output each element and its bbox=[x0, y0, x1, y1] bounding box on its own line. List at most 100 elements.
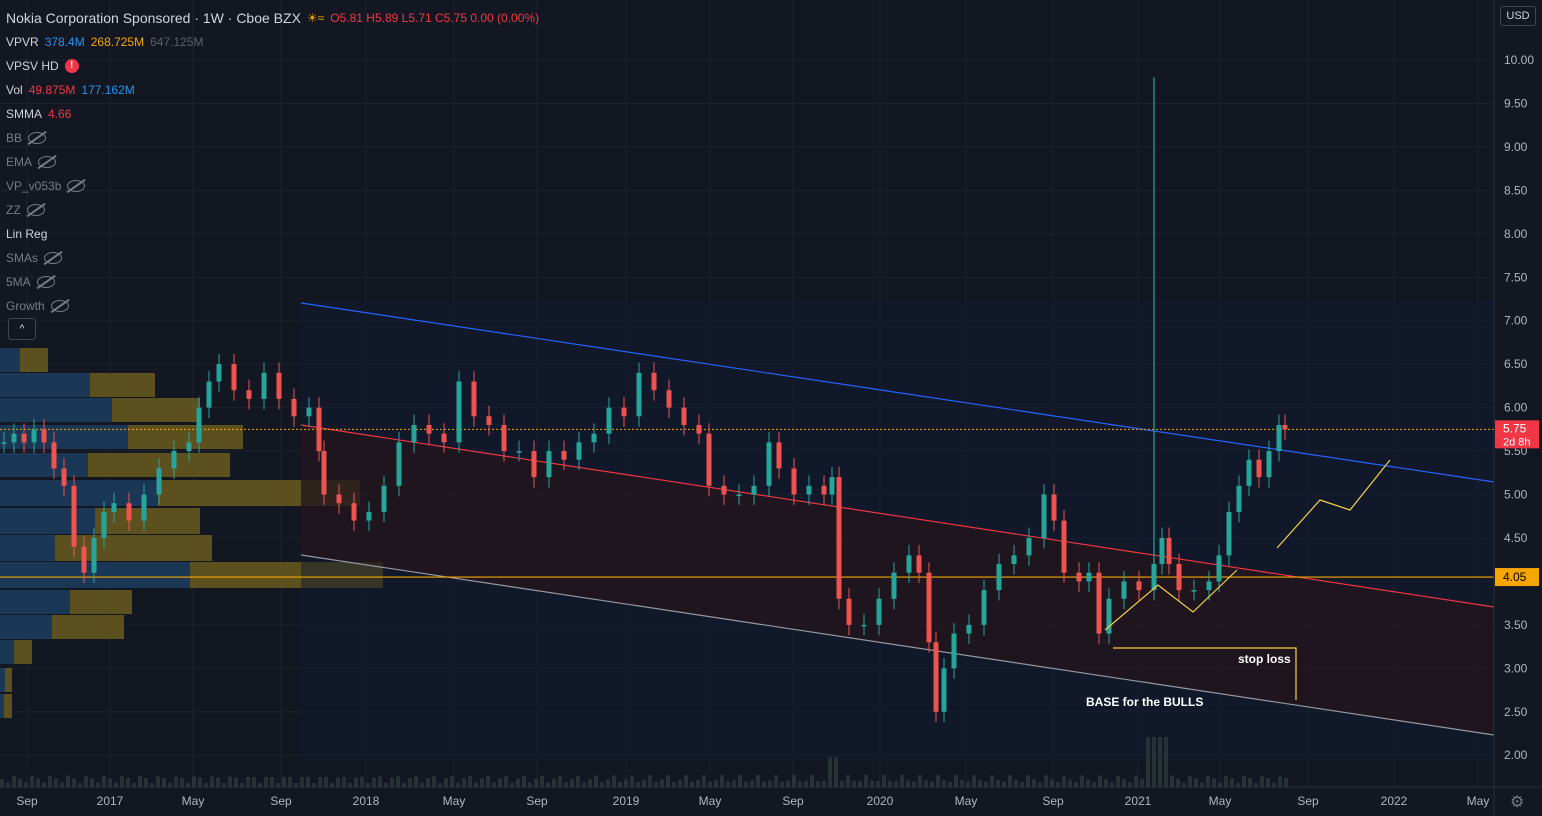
vp-bar-down bbox=[95, 508, 200, 534]
volume-bar bbox=[354, 777, 358, 787]
volume-bar bbox=[582, 782, 586, 787]
indicator-smas[interactable]: SMAs bbox=[6, 246, 539, 270]
indicator-vpsv-hd[interactable]: VPSV HD! bbox=[6, 54, 539, 78]
volume-bar bbox=[186, 782, 190, 787]
indicator-5ma[interactable]: 5MA bbox=[6, 270, 539, 294]
candle-body bbox=[381, 485, 387, 512]
candle-body bbox=[951, 633, 957, 669]
volume-bar bbox=[744, 781, 748, 787]
eye-hidden-icon[interactable] bbox=[26, 204, 45, 216]
volume-bar bbox=[36, 778, 40, 787]
volume-bar bbox=[1074, 782, 1078, 787]
volume-bar bbox=[840, 780, 844, 787]
volume-bar bbox=[1206, 775, 1210, 787]
candle-body bbox=[41, 429, 47, 443]
volume-bar bbox=[810, 775, 814, 787]
candle-body bbox=[31, 429, 37, 443]
x-tick-label: 2019 bbox=[613, 794, 640, 808]
y-tick-label: 8.50 bbox=[1504, 183, 1528, 197]
volume-bar bbox=[1152, 737, 1156, 787]
candle-body bbox=[821, 485, 827, 495]
indicator-vp-v053b[interactable]: VP_v053b bbox=[6, 174, 539, 198]
indicator-zz[interactable]: ZZ bbox=[6, 198, 539, 222]
eye-hidden-icon[interactable] bbox=[67, 180, 86, 192]
volume-bar bbox=[408, 777, 412, 787]
indicator-name: ZZ bbox=[6, 203, 21, 217]
vp-bar-up bbox=[0, 480, 158, 506]
volume-bar bbox=[492, 782, 496, 787]
volume-bar bbox=[402, 782, 406, 787]
candle-body bbox=[1041, 494, 1047, 538]
warning-icon[interactable]: ! bbox=[64, 59, 79, 73]
volume-bar bbox=[420, 782, 424, 787]
y-tick-label: 3.00 bbox=[1504, 661, 1528, 675]
currency-selector[interactable]: USD bbox=[1500, 6, 1536, 26]
vp-bar-up bbox=[0, 615, 52, 639]
volume-bar bbox=[696, 780, 700, 787]
eye-hidden-icon[interactable] bbox=[28, 132, 47, 144]
indicator-ema[interactable]: EMA bbox=[6, 150, 539, 174]
candle-body bbox=[111, 503, 117, 512]
eye-hidden-icon[interactable] bbox=[50, 300, 69, 312]
volume-bar bbox=[138, 776, 142, 787]
volume-bar bbox=[1026, 775, 1030, 787]
volume-bar bbox=[1194, 778, 1198, 787]
legend-panel: Nokia Corporation Sponsored · 1W · Cboe … bbox=[6, 6, 539, 318]
gear-icon[interactable]: ⚙ bbox=[1510, 792, 1524, 812]
volume-bar bbox=[1128, 782, 1132, 787]
volume-bar bbox=[972, 775, 976, 787]
volume-bar bbox=[1122, 778, 1126, 787]
volume-bar bbox=[228, 776, 232, 787]
indicator-vol[interactable]: Vol 49.875M 177.162M bbox=[6, 78, 539, 102]
volume-bar bbox=[570, 779, 574, 787]
volume-bar bbox=[1104, 779, 1108, 787]
indicator-value: 378.4M bbox=[44, 35, 85, 49]
volume-bar bbox=[534, 778, 538, 787]
indicator-growth[interactable]: Growth bbox=[6, 294, 539, 318]
candle-body bbox=[561, 451, 567, 460]
indicator-bb[interactable]: BB bbox=[6, 126, 539, 150]
candle-body bbox=[861, 624, 867, 627]
x-tick-label: Sep bbox=[270, 794, 292, 808]
indicator-lin-reg[interactable]: Lin Reg bbox=[6, 222, 539, 246]
volume-bar bbox=[576, 775, 580, 787]
volume-bar bbox=[84, 775, 88, 787]
volume-bar bbox=[6, 782, 10, 787]
volume-bar bbox=[1236, 782, 1240, 787]
volume-bar bbox=[636, 782, 640, 787]
volume-bar bbox=[156, 776, 160, 787]
volume-bar bbox=[1080, 775, 1084, 787]
candle-body bbox=[876, 598, 882, 625]
candle-body bbox=[486, 416, 492, 425]
volume-bar bbox=[174, 776, 178, 787]
volume-bar bbox=[1014, 779, 1018, 787]
candle-body bbox=[246, 390, 252, 399]
collapse-legend-button[interactable]: ^ bbox=[8, 318, 36, 340]
candle-body bbox=[196, 407, 202, 443]
volume-bar bbox=[684, 775, 688, 787]
x-tick-label: 2022 bbox=[1381, 794, 1408, 808]
vp-bar-down bbox=[112, 398, 200, 422]
x-tick-label: Sep bbox=[526, 794, 548, 808]
indicator-smma[interactable]: SMMA 4.66 bbox=[6, 102, 539, 126]
x-tick-label: 2017 bbox=[97, 794, 124, 808]
volume-bar bbox=[1266, 777, 1270, 787]
volume-bar bbox=[852, 780, 856, 787]
symbol-title[interactable]: Nokia Corporation Sponsored · 1W · Cboe … bbox=[6, 6, 301, 30]
volume-bar bbox=[1242, 776, 1246, 787]
vp-bar-up bbox=[0, 373, 90, 397]
eye-hidden-icon[interactable] bbox=[38, 156, 57, 168]
volume-bar bbox=[960, 780, 964, 787]
annotation-stop-loss: stop loss bbox=[1238, 652, 1291, 666]
eye-hidden-icon[interactable] bbox=[44, 252, 63, 264]
indicator-vpvr[interactable]: VPVR 378.4M 268.725M 647.125M bbox=[6, 30, 539, 54]
vp-bar-up bbox=[0, 640, 14, 664]
candle-body bbox=[681, 407, 687, 425]
indicator-name: VPVR bbox=[6, 35, 39, 49]
volume-bar bbox=[522, 775, 526, 787]
volume-bar bbox=[102, 775, 106, 787]
eye-hidden-icon[interactable] bbox=[36, 276, 55, 288]
volume-bar bbox=[396, 776, 400, 787]
volume-bar bbox=[912, 781, 916, 787]
candle-body bbox=[516, 451, 522, 453]
